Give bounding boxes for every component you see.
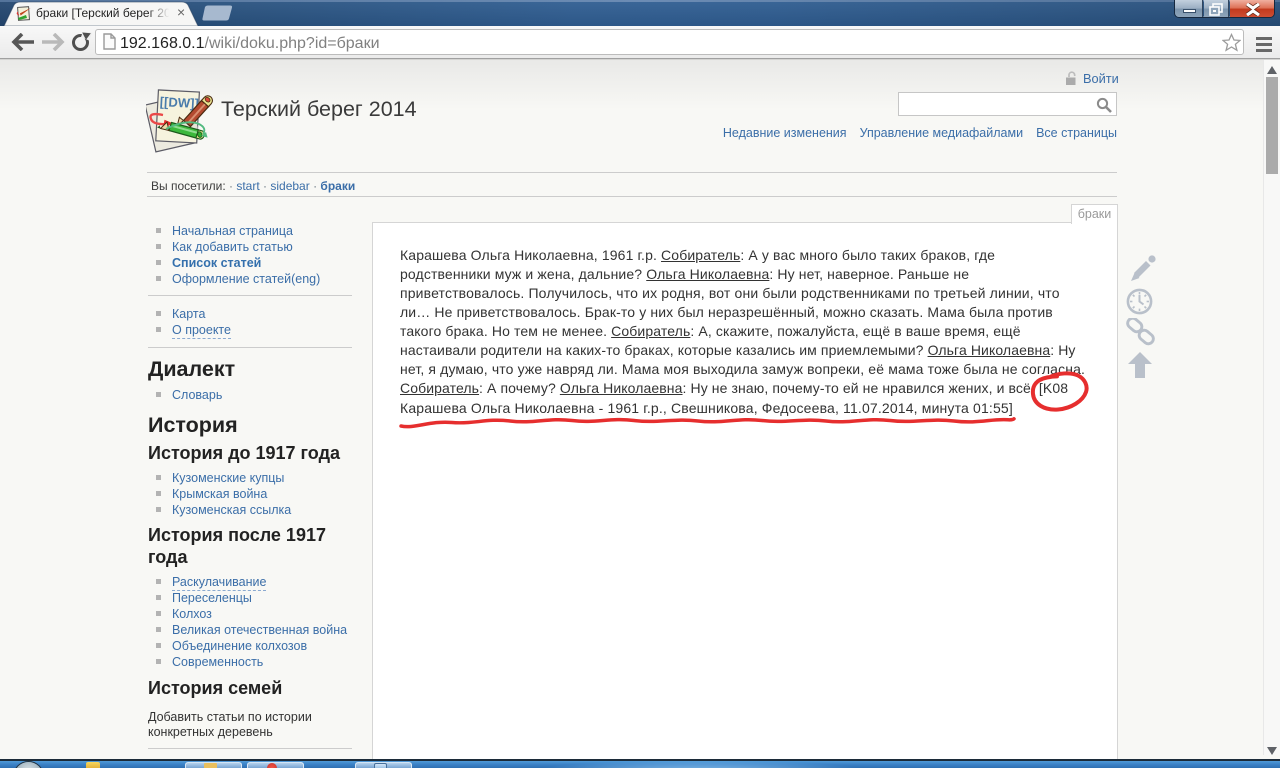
- svg-text:[[DW]]: [[DW]]: [159, 94, 199, 111]
